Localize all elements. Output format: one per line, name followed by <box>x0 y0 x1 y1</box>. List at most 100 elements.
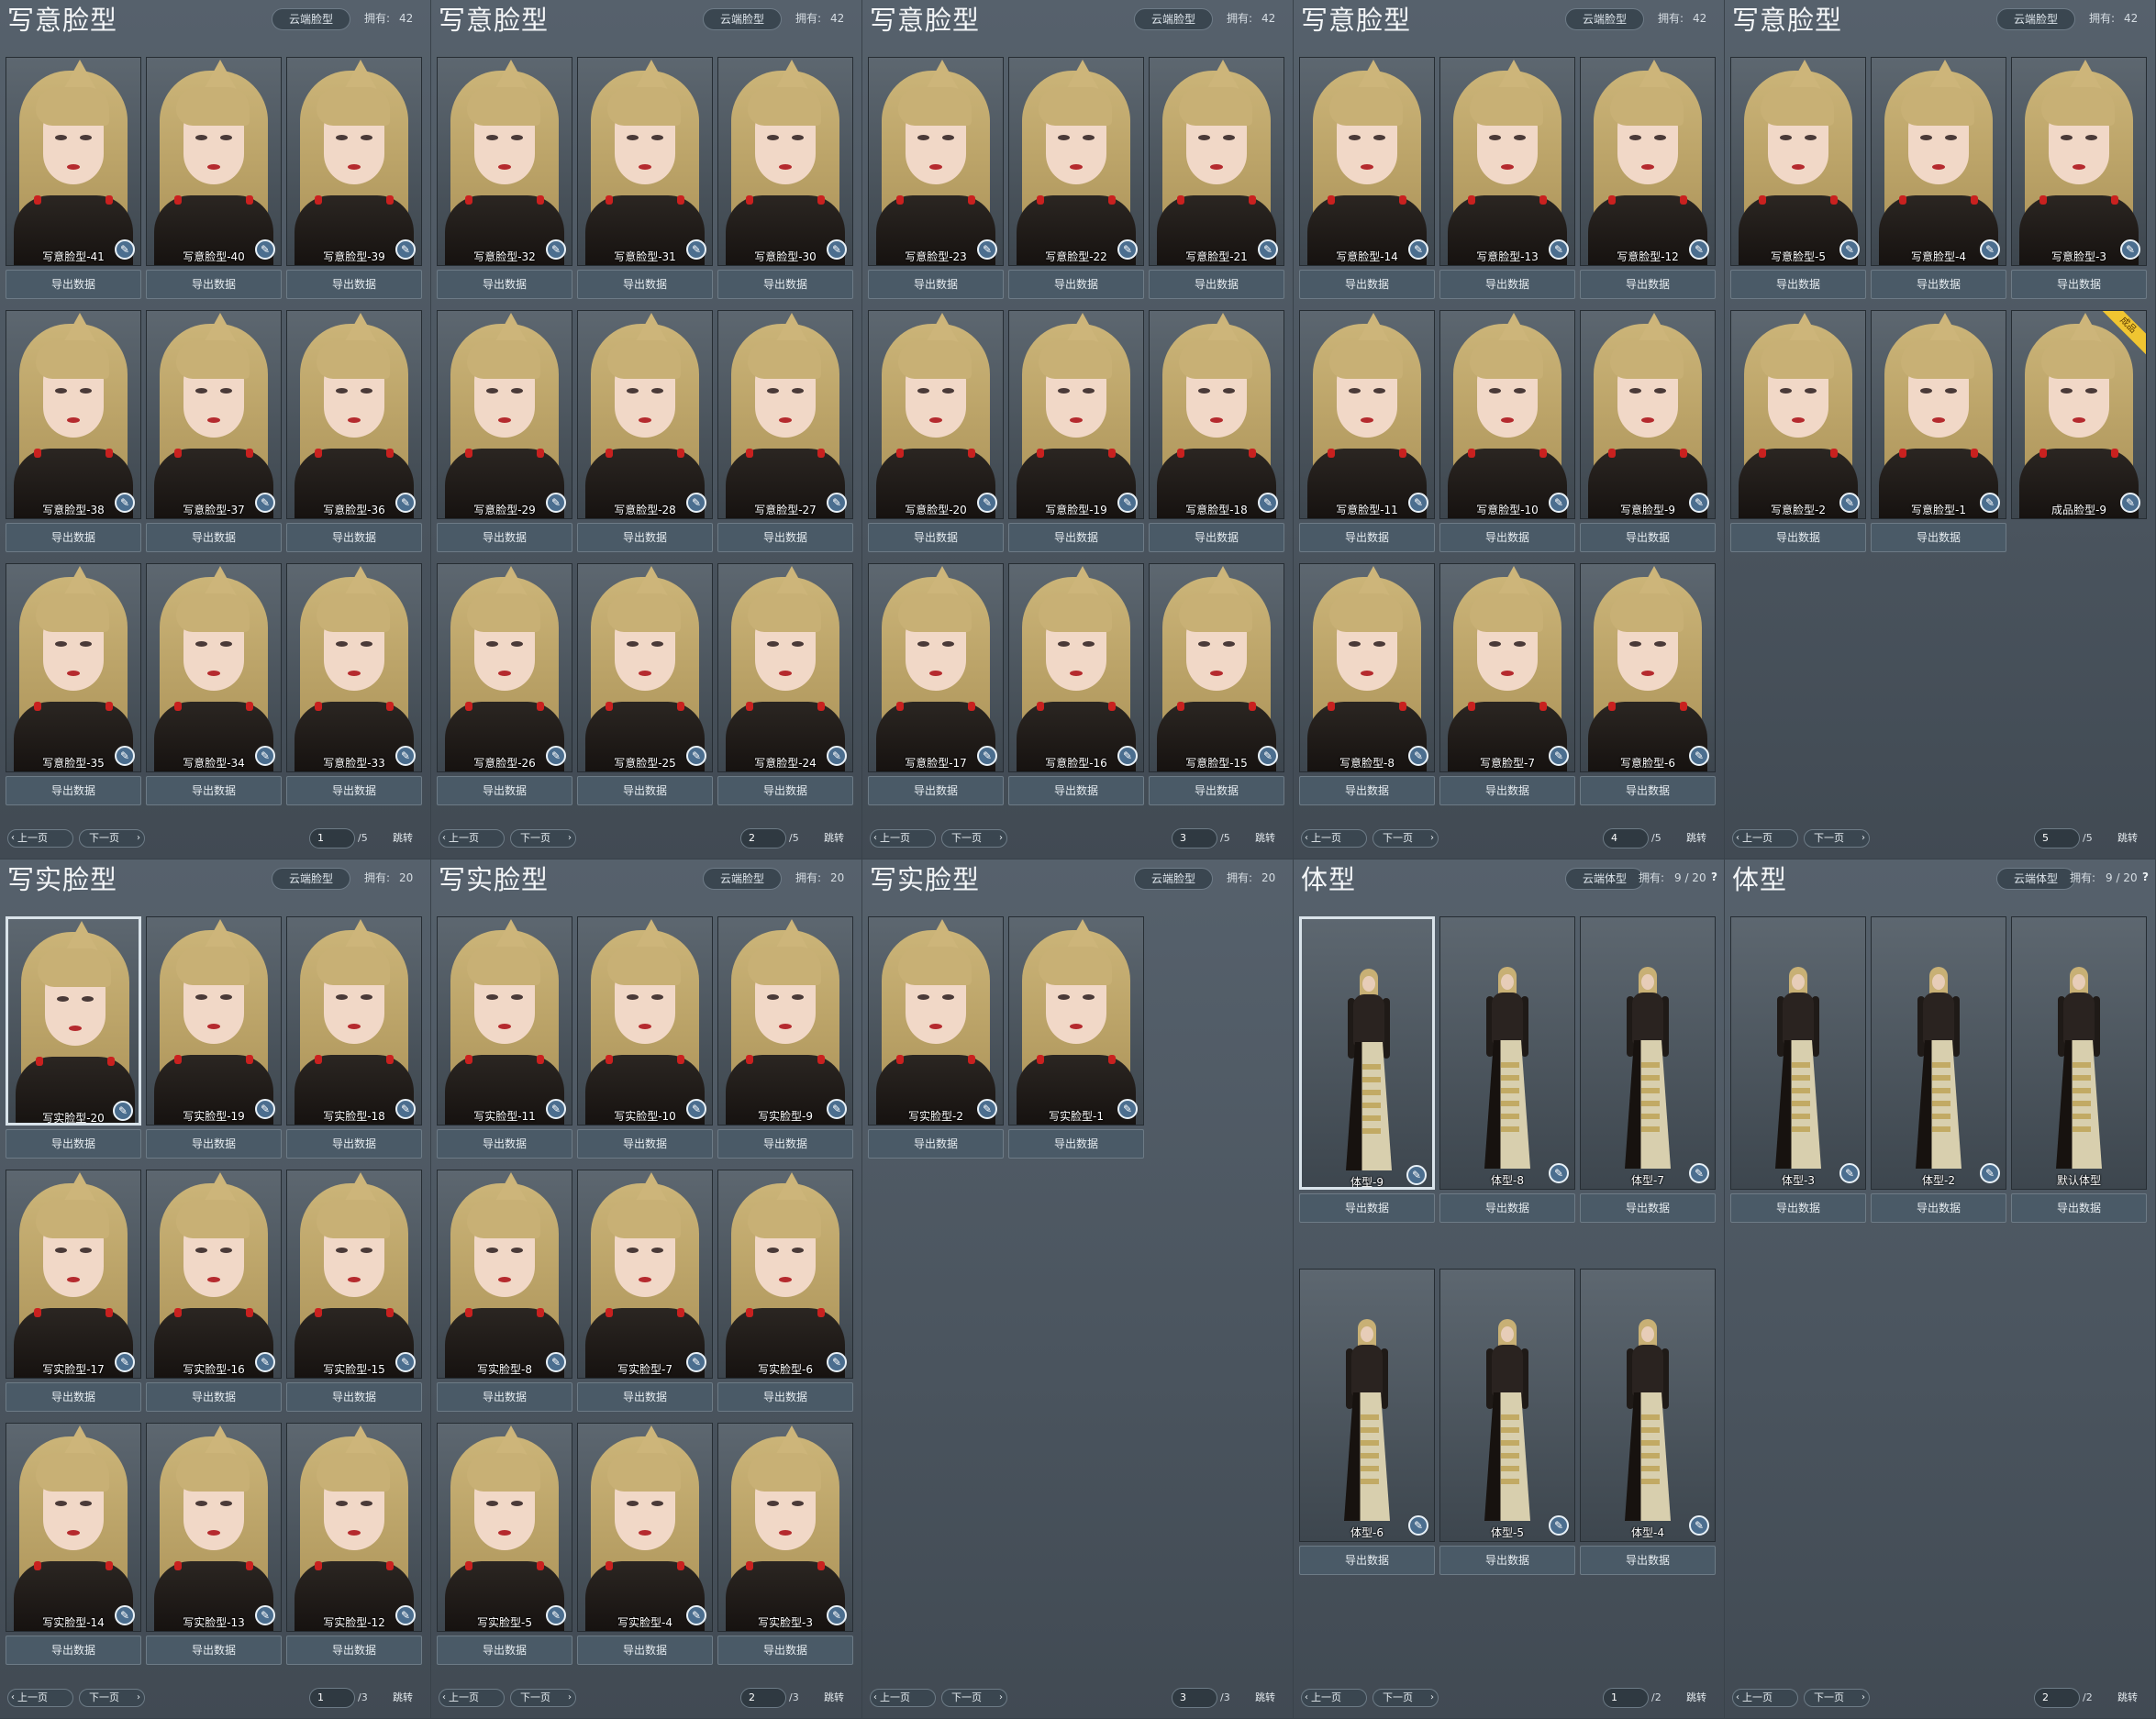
cloud-button[interactable]: 云端脸型 <box>1565 8 1644 30</box>
export-data-button[interactable]: 导出数据 <box>437 776 572 805</box>
cloud-button[interactable]: 云端脸型 <box>272 868 350 890</box>
face-thumbnail[interactable]: ✎ 写实脸型-19 <box>146 916 282 1126</box>
export-data-button[interactable]: 导出数据 <box>868 1129 1004 1159</box>
face-thumbnail[interactable]: ✎ 写意脸型-34 <box>146 563 282 772</box>
jump-button[interactable]: 跳转 <box>1255 1691 1275 1704</box>
face-thumbnail[interactable]: ✎ 写意脸型-40 <box>146 57 282 266</box>
face-thumbnail[interactable]: ✎ 写意脸型-39 <box>286 57 422 266</box>
next-page-button[interactable]: 下一页 › <box>1373 1689 1439 1707</box>
export-data-button[interactable]: 导出数据 <box>1580 776 1716 805</box>
export-data-button[interactable]: 导出数据 <box>6 1636 141 1665</box>
jump-button[interactable]: 跳转 <box>824 832 844 845</box>
face-thumbnail[interactable]: ✎ 写意脸型-31 <box>577 57 713 266</box>
face-thumbnail[interactable]: ✎ 写意脸型-35 <box>6 563 141 772</box>
cloud-button[interactable]: 云端脸型 <box>703 868 782 890</box>
export-data-button[interactable]: 导出数据 <box>6 1129 141 1159</box>
face-thumbnail[interactable]: ✎ 写意脸型-17 <box>868 563 1004 772</box>
export-data-button[interactable]: 导出数据 <box>6 1382 141 1412</box>
export-data-button[interactable]: 导出数据 <box>577 1636 713 1665</box>
page-number-input[interactable]: 3 <box>1172 1688 1217 1708</box>
export-data-button[interactable]: 导出数据 <box>1439 1546 1575 1575</box>
export-data-button[interactable]: 导出数据 <box>6 776 141 805</box>
jump-button[interactable]: 跳转 <box>393 1691 413 1704</box>
face-thumbnail[interactable]: ✎ 写意脸型-15 <box>1149 563 1284 772</box>
face-thumbnail[interactable]: ✎ 写意脸型-41 <box>6 57 141 266</box>
prev-page-button[interactable]: ‹ 上一页 <box>1732 1689 1798 1707</box>
face-thumbnail[interactable]: ✎ 写意脸型-37 <box>146 310 282 519</box>
export-data-button[interactable]: 导出数据 <box>437 1382 572 1412</box>
jump-button[interactable]: 跳转 <box>2117 1691 2138 1704</box>
prev-page-button[interactable]: ‹ 上一页 <box>1301 1689 1367 1707</box>
face-thumbnail[interactable]: ✎ 写实脸型-5 <box>437 1423 572 1632</box>
next-page-button[interactable]: 下一页 › <box>941 829 1007 848</box>
face-thumbnail[interactable]: ✎ 写实脸型-1 <box>1008 916 1144 1126</box>
export-data-button[interactable]: 导出数据 <box>1580 523 1716 552</box>
export-data-button[interactable]: 导出数据 <box>1730 270 1866 299</box>
face-thumbnail[interactable]: ✎ 写意脸型-32 <box>437 57 572 266</box>
face-thumbnail[interactable]: ✎ 写意脸型-6 <box>1580 563 1716 772</box>
jump-button[interactable]: 跳转 <box>1686 832 1706 845</box>
export-data-button[interactable]: 导出数据 <box>1299 523 1435 552</box>
body-thumbnail[interactable]: ✎ 体型-9 <box>1299 916 1435 1190</box>
face-thumbnail[interactable]: ✎ 写实脸型-10 <box>577 916 713 1126</box>
body-thumbnail[interactable]: ✎ 体型-4 <box>1580 1269 1716 1542</box>
export-data-button[interactable]: 导出数据 <box>286 1636 422 1665</box>
jump-button[interactable]: 跳转 <box>2117 832 2138 845</box>
export-data-button[interactable]: 导出数据 <box>146 1382 282 1412</box>
export-data-button[interactable]: 导出数据 <box>717 1129 853 1159</box>
export-data-button[interactable]: 导出数据 <box>146 270 282 299</box>
face-thumbnail[interactable]: ✎ 写意脸型-33 <box>286 563 422 772</box>
face-thumbnail[interactable]: 成品 ✎ 成品脸型-9 <box>2011 310 2147 519</box>
export-data-button[interactable]: 导出数据 <box>1730 1193 1866 1223</box>
face-thumbnail[interactable]: ✎ 写实脸型-7 <box>577 1170 713 1379</box>
export-data-button[interactable]: 导出数据 <box>1299 1546 1435 1575</box>
next-page-button[interactable]: 下一页 › <box>1373 829 1439 848</box>
cloud-button[interactable]: 云端脸型 <box>703 8 782 30</box>
face-thumbnail[interactable]: ✎ 写实脸型-2 <box>868 916 1004 1126</box>
export-data-button[interactable]: 导出数据 <box>868 776 1004 805</box>
face-thumbnail[interactable]: ✎ 写意脸型-19 <box>1008 310 1144 519</box>
face-thumbnail[interactable]: ✎ 写实脸型-17 <box>6 1170 141 1379</box>
export-data-button[interactable]: 导出数据 <box>577 523 713 552</box>
cloud-button[interactable]: 云端脸型 <box>272 8 350 30</box>
face-thumbnail[interactable]: ✎ 写意脸型-5 <box>1730 57 1866 266</box>
export-data-button[interactable]: 导出数据 <box>1439 1193 1575 1223</box>
face-thumbnail[interactable]: ✎ 写意脸型-13 <box>1439 57 1575 266</box>
prev-page-button[interactable]: ‹ 上一页 <box>439 829 505 848</box>
export-data-button[interactable]: 导出数据 <box>146 776 282 805</box>
export-data-button[interactable]: 导出数据 <box>868 270 1004 299</box>
body-thumbnail[interactable]: ✎ 体型-7 <box>1580 916 1716 1190</box>
next-page-button[interactable]: 下一页 › <box>941 1689 1007 1707</box>
export-data-button[interactable]: 导出数据 <box>1299 270 1435 299</box>
prev-page-button[interactable]: ‹ 上一页 <box>870 1689 936 1707</box>
face-thumbnail[interactable]: ✎ 写意脸型-38 <box>6 310 141 519</box>
page-number-input[interactable]: 4 <box>1603 828 1649 848</box>
export-data-button[interactable]: 导出数据 <box>717 270 853 299</box>
export-data-button[interactable]: 导出数据 <box>1439 270 1575 299</box>
export-data-button[interactable]: 导出数据 <box>286 523 422 552</box>
face-thumbnail[interactable]: ✎ 写意脸型-7 <box>1439 563 1575 772</box>
export-data-button[interactable]: 导出数据 <box>1299 1193 1435 1223</box>
prev-page-button[interactable]: ‹ 上一页 <box>1732 829 1798 848</box>
export-data-button[interactable]: 导出数据 <box>286 776 422 805</box>
export-data-button[interactable]: 导出数据 <box>146 1129 282 1159</box>
prev-page-button[interactable]: ‹ 上一页 <box>1301 829 1367 848</box>
face-thumbnail[interactable]: ✎ 写意脸型-1 <box>1871 310 2006 519</box>
cloud-button[interactable]: 云端体型 <box>1996 868 2075 890</box>
export-data-button[interactable]: 导出数据 <box>286 270 422 299</box>
face-thumbnail[interactable]: ✎ 写意脸型-25 <box>577 563 713 772</box>
next-page-button[interactable]: 下一页 › <box>510 1689 576 1707</box>
export-data-button[interactable]: 导出数据 <box>1580 1546 1716 1575</box>
export-data-button[interactable]: 导出数据 <box>286 1382 422 1412</box>
export-data-button[interactable]: 导出数据 <box>1871 270 2006 299</box>
face-thumbnail[interactable]: ✎ 写意脸型-29 <box>437 310 572 519</box>
face-thumbnail[interactable]: ✎ 写实脸型-8 <box>437 1170 572 1379</box>
face-thumbnail[interactable]: ✎ 写实脸型-3 <box>717 1423 853 1632</box>
cloud-button[interactable]: 云端脸型 <box>1996 8 2075 30</box>
body-thumbnail[interactable]: ✎ 体型-2 <box>1871 916 2006 1190</box>
export-data-button[interactable]: 导出数据 <box>717 1382 853 1412</box>
export-data-button[interactable]: 导出数据 <box>437 523 572 552</box>
face-thumbnail[interactable]: ✎ 写意脸型-11 <box>1299 310 1435 519</box>
export-data-button[interactable]: 导出数据 <box>286 1129 422 1159</box>
face-thumbnail[interactable]: ✎ 写实脸型-9 <box>717 916 853 1126</box>
